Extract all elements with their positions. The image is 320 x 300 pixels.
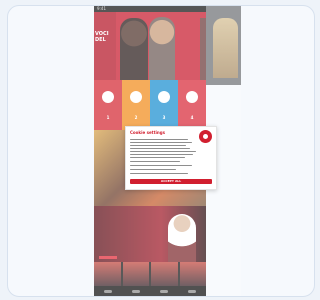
dialog-text-line	[130, 139, 188, 141]
dialog-text-line	[130, 154, 193, 156]
preview-card: 9:41 VOCI DEL 1 2 3 4 Cookie settings AC…	[7, 5, 315, 297]
dialog-text-line	[130, 151, 196, 153]
consent-dialog: Cookie settings ACCEPT ALL	[125, 126, 217, 190]
brand-logo-icon	[199, 130, 212, 143]
accept-all-label: ACCEPT ALL	[160, 179, 182, 183]
dialog-text-line	[130, 145, 186, 147]
dialog-text-line	[130, 142, 192, 144]
accept-all-button[interactable]: ACCEPT ALL	[130, 179, 212, 184]
dialog-text-line	[130, 165, 192, 167]
dialog-title: Cookie settings	[130, 130, 165, 135]
dialog-text-line	[130, 161, 180, 163]
dialog-text-line	[130, 169, 176, 171]
dialog-text-line	[130, 157, 185, 159]
dialog-text-line	[130, 173, 188, 175]
dialog-text-line	[130, 148, 190, 150]
